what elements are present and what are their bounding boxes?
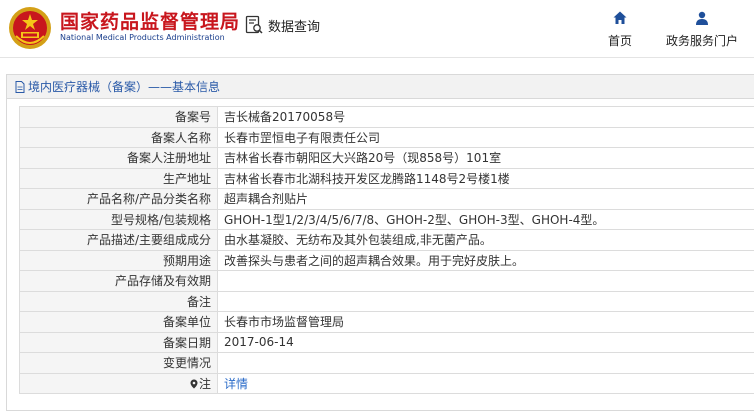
record-panel: 境内医疗器械（备案）——基本信息 备案号 吉长械备20170058号 备案人名称…: [6, 74, 754, 411]
data-query-label: 数据查询: [268, 19, 321, 35]
table-row: 产品描述/主要组成成分 由水基凝胶、无纺布及其外包装组成,非无菌产品。: [19, 229, 754, 251]
table-row: 生产地址 吉林省长春市北湖科技开发区龙腾路1148号2号楼1楼: [19, 167, 754, 189]
nav-home-label: 首页: [607, 34, 632, 48]
nav-service-portal[interactable]: 政务服务门户: [660, 10, 744, 49]
panel-title-text: 境内医疗器械（备案）——基本信息: [28, 79, 221, 94]
nav-home[interactable]: 首页: [590, 10, 650, 49]
field-value: 由水基凝胶、无纺布及其外包装组成,非无菌产品。: [217, 229, 754, 251]
field-label: 产品存储及有效期: [19, 270, 218, 292]
document-icon: [15, 80, 25, 93]
field-label: 预期用途: [19, 249, 218, 271]
site-logo-title[interactable]: 国家药品监督管理局: [60, 7, 240, 34]
field-label: 产品描述/主要组成成分: [19, 229, 218, 251]
national-emblem-icon: [9, 7, 51, 49]
table-row: 备案号 吉长械备20170058号: [19, 106, 754, 128]
table-row: 备注: [19, 290, 754, 312]
site-logo-subtitle: National Medical Products Administration: [60, 33, 225, 42]
field-value: 长春市市场监督管理局: [217, 311, 754, 333]
table-row: 产品存储及有效期: [19, 270, 754, 292]
field-label: 备案日期: [19, 331, 218, 353]
field-value: 长春市罡恒电子有限责任公司: [217, 126, 754, 148]
note-label-cell: 注: [19, 372, 218, 394]
table-row: 备案日期 2017-06-14: [19, 331, 754, 353]
details-link[interactable]: 详情: [224, 377, 248, 391]
field-label: 生产地址: [19, 167, 218, 189]
data-query-link[interactable]: 数据查询: [244, 14, 320, 36]
field-value: [217, 290, 754, 312]
field-value: [217, 270, 754, 292]
table-row: 备案人注册地址 吉林省长春市朝阳区大兴路20号（现858号）101室: [19, 147, 754, 169]
field-label: 备注: [19, 290, 218, 312]
field-value: 吉林省长春市朝阳区大兴路20号（现858号）101室: [217, 147, 754, 169]
document-search-icon: [245, 15, 263, 34]
field-label: 变更情况: [19, 352, 218, 374]
site-header: 国家药品监督管理局 National Medical Products Admi…: [0, 0, 754, 58]
table-row: 注 详情: [19, 372, 754, 394]
field-label: 备案人注册地址: [19, 147, 218, 169]
table-row: 变更情况: [19, 352, 754, 374]
field-label: 备案人名称: [19, 126, 218, 148]
record-table: 备案号 吉长械备20170058号 备案人名称 长春市罡恒电子有限责任公司 备案…: [19, 106, 754, 394]
field-value: 吉林省长春市北湖科技开发区龙腾路1148号2号楼1楼: [217, 167, 754, 189]
field-value: GHOH-1型1/2/3/4/5/6/7/8、GHOH-2型、GHOH-3型、G…: [217, 208, 754, 230]
user-icon: [696, 11, 708, 25]
table-row: 备案单位 长春市市场监督管理局: [19, 311, 754, 333]
table-row: 型号规格/包装规格 GHOH-1型1/2/3/4/5/6/7/8、GHOH-2型…: [19, 208, 754, 230]
field-value: 超声耦合剂贴片: [217, 188, 754, 210]
field-label: 备案单位: [19, 311, 218, 333]
field-value: 详情: [217, 372, 754, 394]
table-row: 产品名称/产品分类名称 超声耦合剂贴片: [19, 188, 754, 210]
home-icon: [613, 11, 627, 24]
field-label: 型号规格/包装规格: [19, 208, 218, 230]
field-value: 吉长械备20170058号: [217, 106, 754, 128]
table-row: 备案人名称 长春市罡恒电子有限责任公司: [19, 126, 754, 148]
panel-title: 境内医疗器械（备案）——基本信息: [7, 75, 754, 99]
field-label: 备案号: [19, 106, 218, 128]
field-value: [217, 352, 754, 374]
field-value: 改善探头与患者之间的超声耦合效果。用于完好皮肤上。: [217, 249, 754, 271]
field-label: 注: [198, 376, 211, 391]
location-pin-icon: [190, 379, 198, 389]
table-row: 预期用途 改善探头与患者之间的超声耦合效果。用于完好皮肤上。: [19, 249, 754, 271]
field-value: 2017-06-14: [217, 331, 754, 353]
nav-service-portal-label: 政务服务门户: [665, 34, 738, 48]
field-label: 产品名称/产品分类名称: [19, 188, 218, 210]
